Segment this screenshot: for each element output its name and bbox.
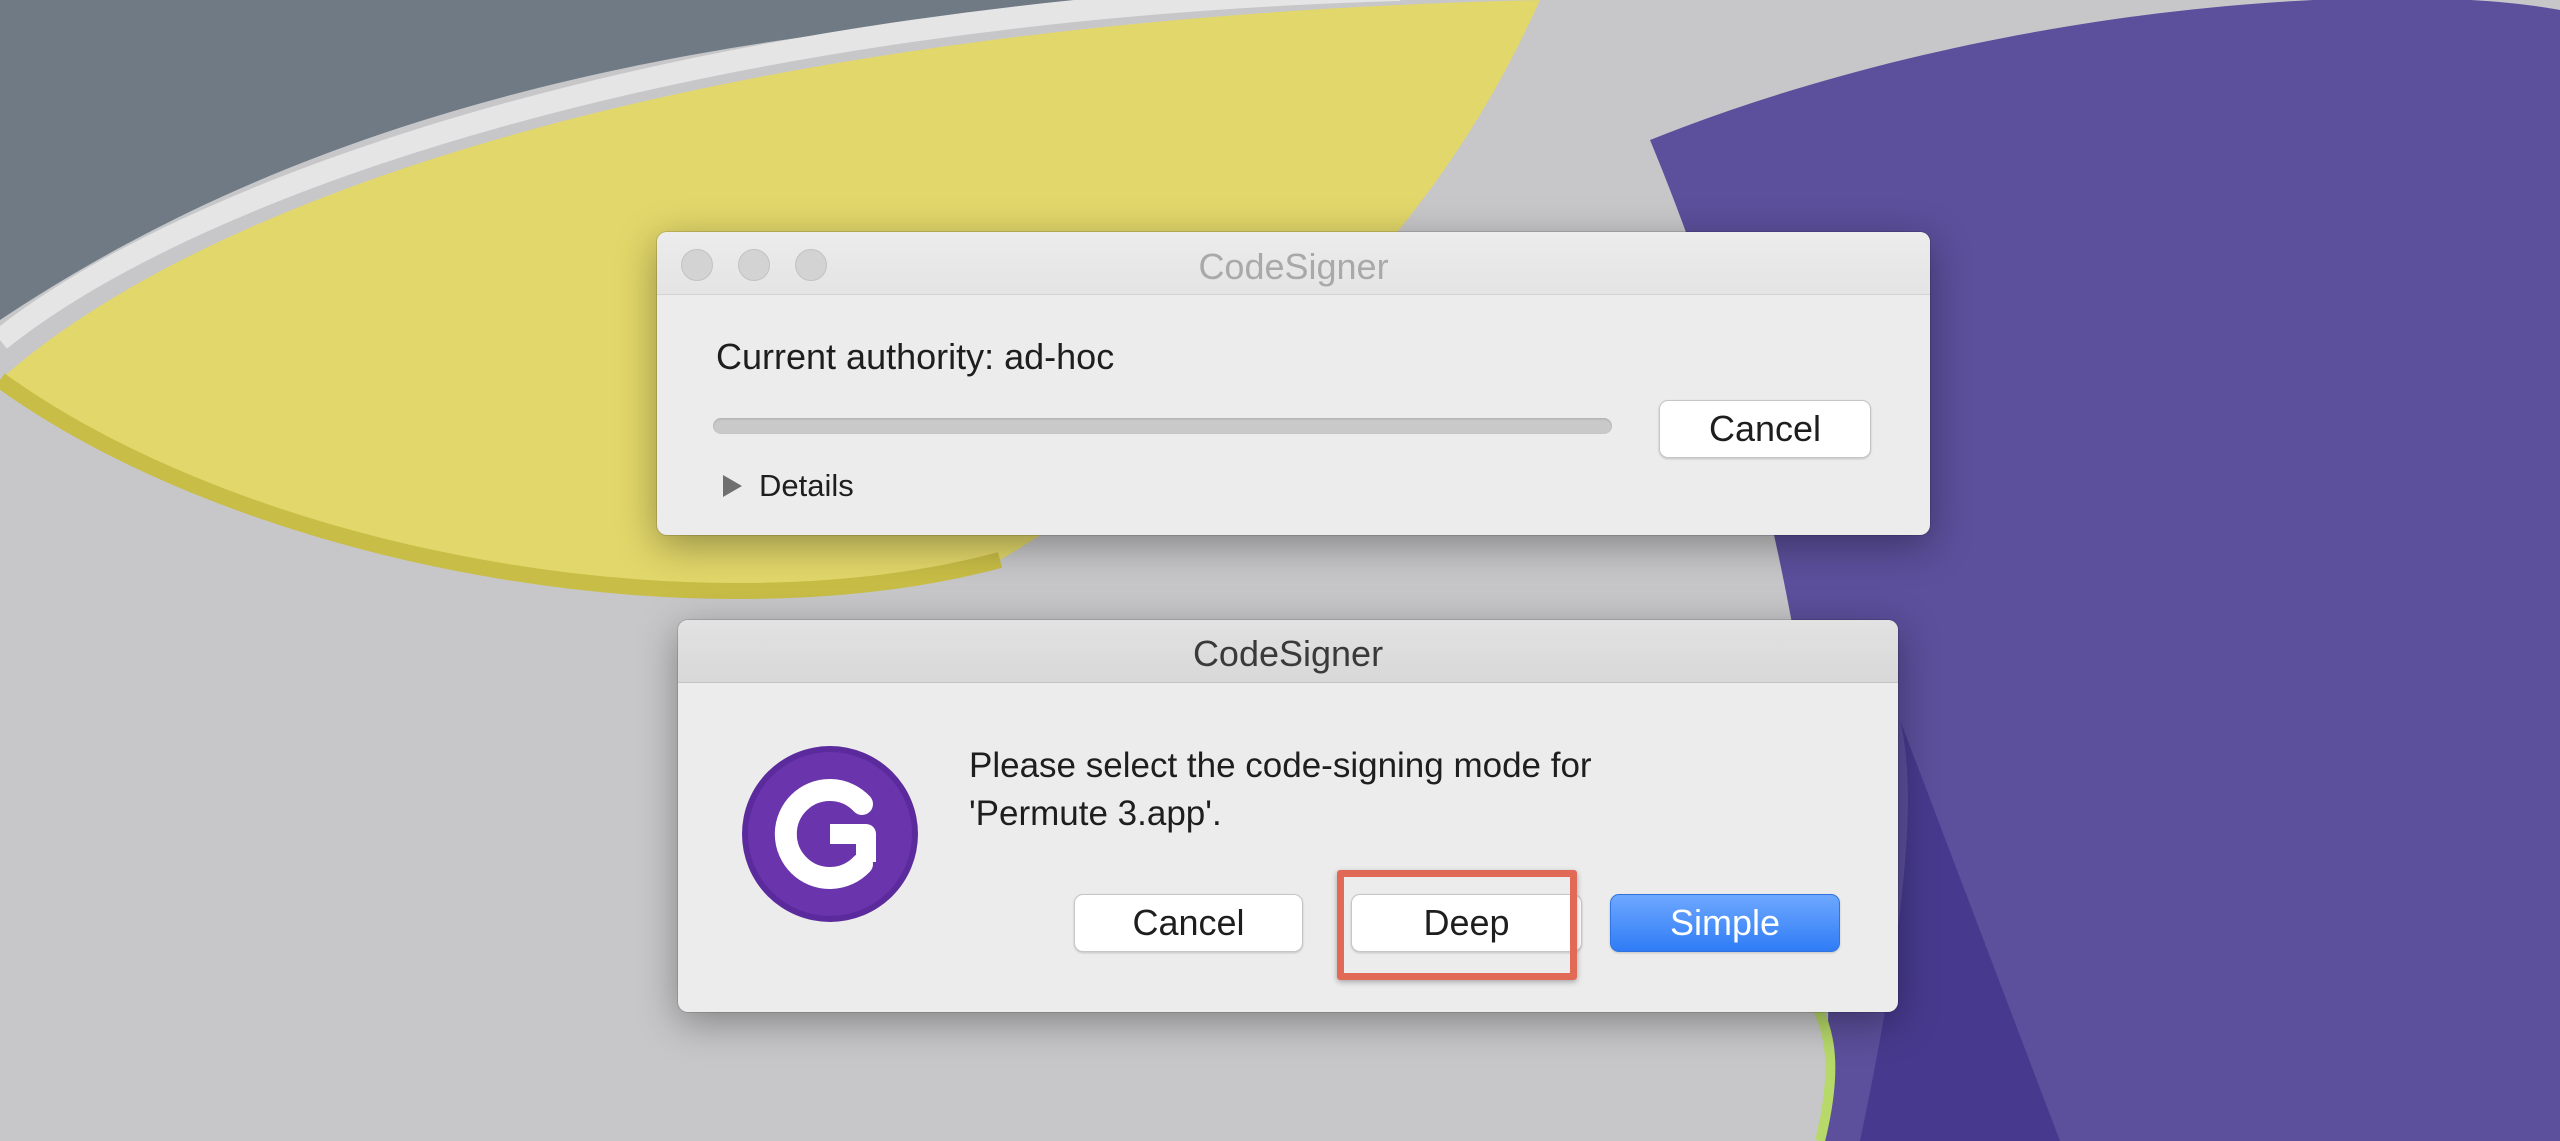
- cancel-button[interactable]: Cancel: [1074, 894, 1303, 952]
- authority-label: Current authority: ad-hoc: [716, 336, 1115, 377]
- alert-title: CodeSigner: [1192, 633, 1384, 674]
- deep-button-highlight: [1337, 870, 1577, 980]
- window-title: CodeSigner: [1198, 246, 1389, 287]
- title-bar: CodeSigner: [678, 620, 1898, 683]
- title-bar: CodeSigner: [657, 232, 1930, 295]
- cancel-button[interactable]: Cancel: [1659, 400, 1871, 458]
- details-label: Details: [759, 468, 854, 503]
- signing-mode-alert: CodeSigner Please select the code-signin…: [678, 620, 1898, 1012]
- progress-window: CodeSigner Current authority: ad-hoc Can…: [657, 232, 1930, 535]
- disclosure-triangle-icon[interactable]: [723, 475, 742, 497]
- codesigner-app-icon: [742, 746, 918, 922]
- details-disclosure[interactable]: Details: [723, 468, 854, 504]
- alert-message: Please select the code-signing mode for …: [969, 746, 1592, 833]
- progress-bar: [713, 418, 1612, 434]
- simple-button[interactable]: Simple: [1610, 894, 1840, 952]
